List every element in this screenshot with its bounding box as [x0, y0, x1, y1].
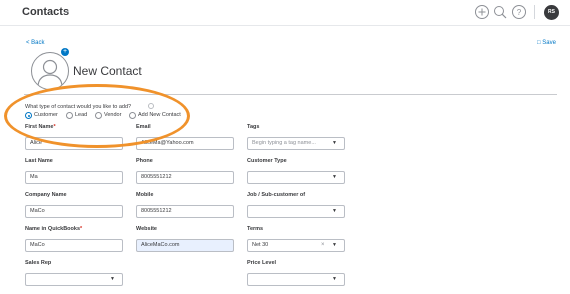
help-circle-icon[interactable]: ?	[511, 4, 527, 20]
company-name-label: Company Name	[25, 192, 67, 198]
customer-type-label: Customer Type	[247, 158, 287, 164]
chevron-down-icon[interactable]: ▼	[332, 172, 337, 183]
email-input[interactable]: AliceMa@Yahoo.com	[136, 137, 234, 150]
save-icon: □	[537, 40, 541, 46]
add-photo-icon[interactable]: +	[61, 48, 69, 56]
radio-button-checked[interactable]	[25, 112, 32, 119]
mobile-input[interactable]: 8005551212	[136, 205, 234, 218]
chevron-down-icon[interactable]: ▼	[332, 240, 337, 251]
price-level-select[interactable]: ▼	[247, 273, 345, 286]
radio-label: Add New Contact	[138, 112, 181, 118]
sales-rep-select[interactable]: ▼	[25, 273, 123, 286]
save-label: Save	[542, 40, 556, 46]
email-label: Email	[136, 124, 151, 130]
tags-label: Tags	[247, 124, 260, 130]
chevron-down-icon[interactable]: ▼	[332, 138, 337, 149]
toolbar-divider	[534, 5, 535, 19]
radio-button[interactable]	[129, 112, 136, 119]
divider	[24, 94, 557, 95]
last-name-label: Last Name	[25, 158, 53, 164]
job-sub-customer-select[interactable]: ▼	[247, 205, 345, 218]
tags-input[interactable]: Begin typing a tag name... ▼	[247, 137, 345, 150]
price-level-label: Price Level	[247, 260, 277, 266]
plus-circle-icon[interactable]	[474, 4, 490, 20]
customer-type-select[interactable]: ▼	[247, 171, 345, 184]
top-bar: Contacts ⌄ ? RS	[0, 0, 570, 26]
phone-label: Phone	[136, 158, 153, 164]
terms-select[interactable]: Net 30 × ▼	[247, 239, 345, 252]
job-sub-customer-label: Job / Sub-customer of	[247, 192, 306, 198]
phone-input[interactable]: 8005551212	[136, 171, 234, 184]
mobile-label: Mobile	[136, 192, 154, 198]
person-icon	[37, 59, 63, 88]
app-title[interactable]: Contacts	[22, 6, 69, 18]
chevron-down-icon[interactable]: ▼	[332, 206, 337, 217]
first-name-label: First Name*	[25, 124, 56, 130]
info-icon[interactable]	[148, 103, 154, 109]
name-in-quickbooks-label: Name in QuickBooks*	[25, 226, 83, 232]
first-name-input[interactable]: Alice	[25, 137, 123, 150]
save-button[interactable]: □ Save	[537, 40, 556, 46]
company-name-input[interactable]: MaCo	[25, 205, 123, 218]
chevron-down-icon[interactable]: ▼	[110, 274, 115, 285]
chevron-down-icon[interactable]: ▼	[332, 274, 337, 285]
back-link[interactable]: < Back	[26, 40, 45, 46]
radio-label: Lead	[75, 112, 88, 118]
contact-avatar[interactable]	[31, 52, 69, 90]
user-avatar[interactable]: RS	[544, 5, 559, 20]
search-icon[interactable]	[492, 4, 508, 20]
sales-rep-label: Sales Rep	[25, 260, 52, 266]
website-label: Website	[136, 226, 157, 232]
radio-button[interactable]	[95, 112, 102, 119]
terms-value: Net 30	[252, 242, 269, 248]
chevron-down-icon[interactable]: ⌄	[63, 5, 71, 16]
contact-type-question: What type of contact would you like to a…	[25, 104, 132, 110]
website-input[interactable]: AliceMaCo.com	[136, 239, 234, 252]
tags-placeholder: Begin typing a tag name...	[252, 140, 316, 146]
clear-icon[interactable]: ×	[321, 240, 325, 251]
radio-label: Customer	[34, 112, 58, 118]
radio-button[interactable]	[66, 112, 73, 119]
radio-label: Vendor	[104, 112, 122, 118]
last-name-input[interactable]: Ma	[25, 171, 123, 184]
svg-text:?: ?	[517, 8, 522, 17]
page-title: New Contact	[73, 64, 142, 78]
name-in-quickbooks-input[interactable]: MaCo	[25, 239, 123, 252]
terms-label: Terms	[247, 226, 264, 232]
